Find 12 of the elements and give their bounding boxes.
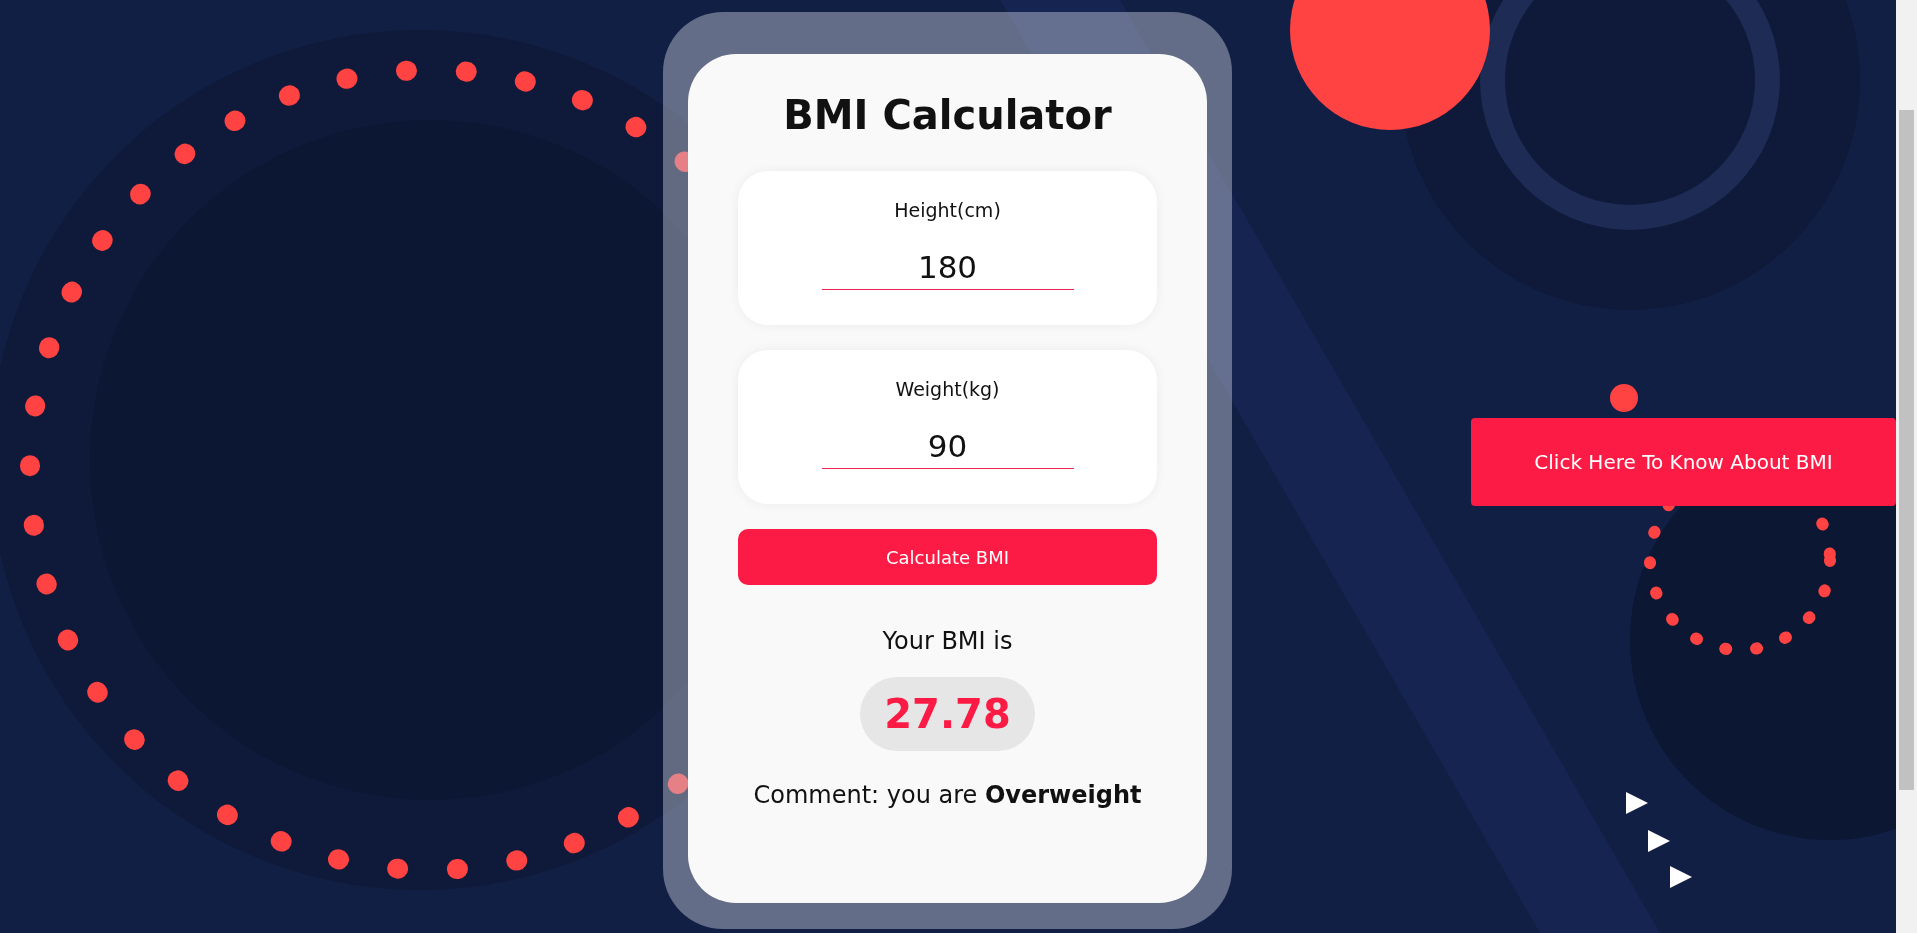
input-field[interactable]: 180 <box>821 245 1074 290</box>
bmi-value: 27.78 <box>860 677 1035 751</box>
comment-text: Comment: you are Overweight <box>753 781 1142 809</box>
result-label: Your BMI is <box>882 627 1013 655</box>
field-label: Height(cm) <box>894 199 1001 221</box>
calculate-button[interactable]: Calculate BMI <box>738 529 1157 585</box>
input-field[interactable]: 90 <box>821 424 1074 469</box>
about-bmi-button[interactable]: Click Here To Know About BMI <box>1471 418 1896 506</box>
field-label: Weight(kg) <box>895 378 1000 400</box>
scrollbar-thumb[interactable] <box>1899 110 1914 790</box>
calculator-title: BMI Calculator <box>783 92 1112 138</box>
scrollbar[interactable] <box>1896 0 1917 933</box>
